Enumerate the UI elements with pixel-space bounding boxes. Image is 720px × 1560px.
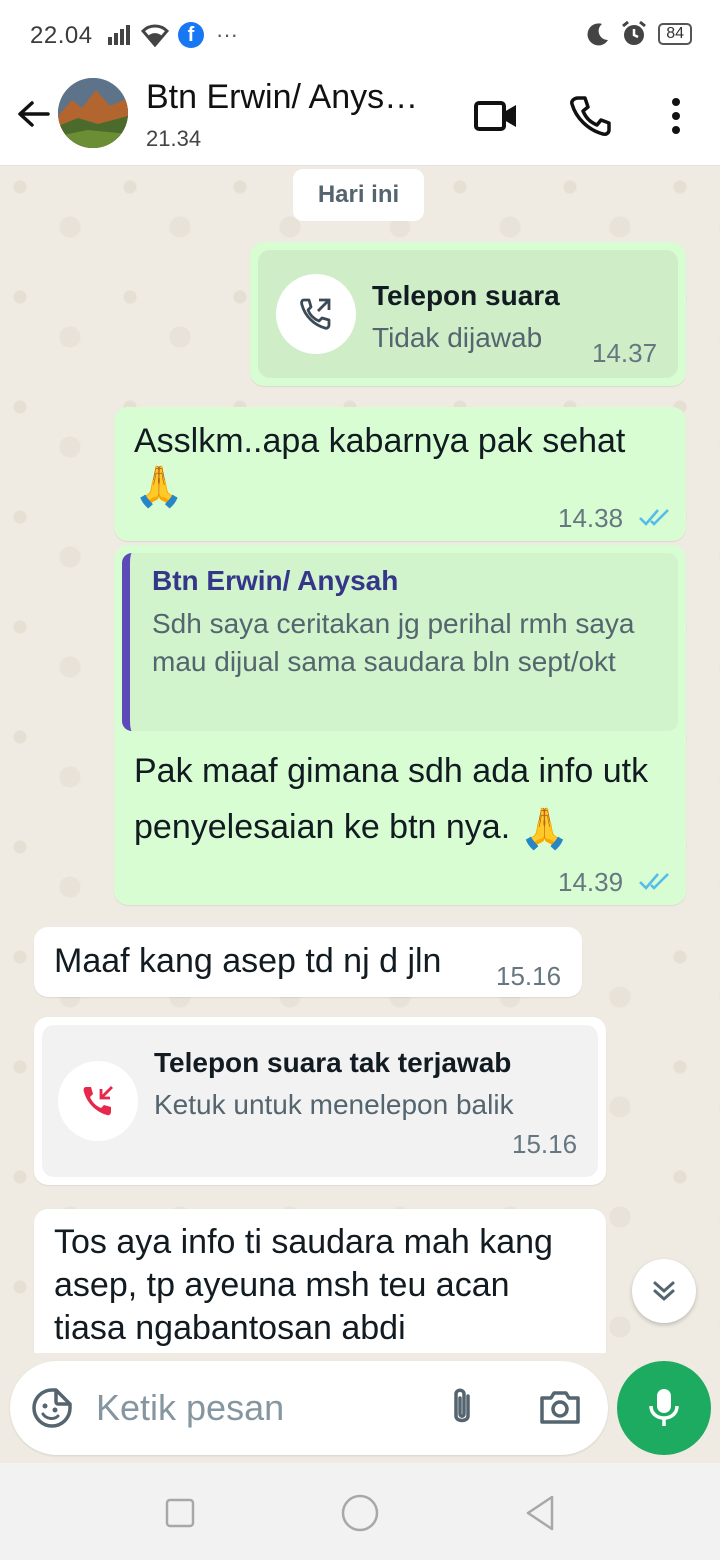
back-nav-icon[interactable] bbox=[520, 1493, 560, 1533]
message-time: 14.37 bbox=[592, 338, 658, 368]
battery-icon: 84 bbox=[658, 23, 692, 45]
voice-call-icon[interactable] bbox=[566, 92, 614, 140]
chevron-down-icon bbox=[653, 1281, 675, 1301]
outgoing-reply-bubble[interactable]: Btn Erwin/ Anysah Sdh saya ceritakan jg … bbox=[114, 545, 686, 905]
status-time: 22.04 bbox=[30, 22, 93, 49]
message-text: Asslkm..apa kabarnya pak sehat bbox=[134, 422, 626, 460]
camera-icon[interactable] bbox=[536, 1384, 584, 1432]
alarm-icon bbox=[622, 20, 647, 45]
call-message-bubble[interactable]: Telepon suara Tidak dijawab 14.37 bbox=[250, 242, 686, 386]
call-title: Telepon suara tak terjawab bbox=[154, 1047, 512, 1078]
call-status: Tidak dijawab bbox=[372, 322, 543, 353]
missed-call-card[interactable]: Telepon suara tak terjawab Ketuk untuk m… bbox=[42, 1025, 598, 1177]
message-input[interactable] bbox=[96, 1383, 426, 1433]
missed-call-icon bbox=[58, 1061, 138, 1141]
signal-icon bbox=[108, 25, 130, 45]
contact-name[interactable]: Btn Erwin/ Anys… bbox=[146, 78, 446, 117]
last-seen: 21.34 bbox=[146, 126, 202, 151]
message-time: 14.38 bbox=[558, 503, 624, 533]
moon-icon bbox=[587, 23, 609, 46]
back-arrow-icon[interactable] bbox=[14, 94, 54, 134]
more-dots-icon: ··· bbox=[216, 22, 238, 47]
menu-dots-icon[interactable] bbox=[652, 92, 700, 140]
scroll-to-bottom-button[interactable] bbox=[632, 1259, 696, 1323]
date-divider: Hari ini bbox=[293, 169, 424, 221]
home-icon[interactable] bbox=[340, 1493, 380, 1533]
video-call-icon[interactable] bbox=[472, 92, 520, 140]
outgoing-message-bubble[interactable]: Asslkm..apa kabarnya pak sehat 🙏 14.38 bbox=[114, 407, 686, 541]
sticker-icon[interactable] bbox=[28, 1384, 76, 1432]
recent-apps-icon[interactable] bbox=[160, 1493, 200, 1533]
avatar[interactable] bbox=[58, 78, 128, 148]
message-text: Pak maaf gimana sdh ada info utk penyele… bbox=[134, 752, 649, 846]
quoted-text: Sdh saya ceritakan jg perihal rmh saya m… bbox=[152, 608, 635, 677]
system-nav-bar bbox=[0, 1463, 720, 1560]
call-status: Ketuk untuk menelepon balik bbox=[154, 1089, 514, 1120]
read-ticks-icon bbox=[639, 509, 669, 526]
attach-icon[interactable] bbox=[438, 1384, 486, 1432]
incoming-message-bubble[interactable]: Maaf kang asep td nj d jln 15.16 bbox=[34, 927, 582, 997]
outgoing-call-icon bbox=[276, 274, 356, 354]
wifi-icon bbox=[140, 24, 170, 47]
read-ticks-icon bbox=[639, 873, 669, 890]
missed-call-bubble[interactable]: Telepon suara tak terjawab Ketuk untuk m… bbox=[34, 1017, 606, 1185]
quoted-sender: Btn Erwin/ Anysah bbox=[152, 565, 399, 596]
facebook-icon: f bbox=[178, 22, 204, 48]
composer bbox=[0, 1353, 720, 1463]
microphone-icon bbox=[649, 1389, 679, 1426]
chat-area[interactable]: Hari ini Telepon suara Tidak dijawab 14.… bbox=[0, 167, 720, 1353]
quoted-message[interactable]: Btn Erwin/ Anysah Sdh saya ceritakan jg … bbox=[122, 553, 678, 731]
message-time: 15.16 bbox=[496, 961, 562, 991]
status-bar: 22.04 f ··· 84 bbox=[0, 0, 720, 70]
message-input-container bbox=[10, 1361, 608, 1455]
message-time: 14.39 bbox=[558, 867, 624, 897]
call-title: Telepon suara bbox=[372, 280, 560, 311]
pray-emoji: 🙏 bbox=[134, 465, 184, 510]
message-time: 15.16 bbox=[512, 1129, 578, 1159]
call-card[interactable]: Telepon suara Tidak dijawab 14.37 bbox=[258, 250, 678, 378]
message-text: Tos aya info ti saudara mah kang asep, t… bbox=[54, 1223, 553, 1347]
message-text: Maaf kang asep td nj d jln bbox=[54, 942, 442, 980]
pray-emoji: 🙏 bbox=[519, 807, 570, 852]
chat-header: Btn Erwin/ Anys… 21.34 bbox=[0, 70, 720, 166]
incoming-message-bubble[interactable]: Tos aya info ti saudara mah kang asep, t… bbox=[34, 1209, 606, 1353]
voice-record-button[interactable] bbox=[617, 1361, 711, 1455]
